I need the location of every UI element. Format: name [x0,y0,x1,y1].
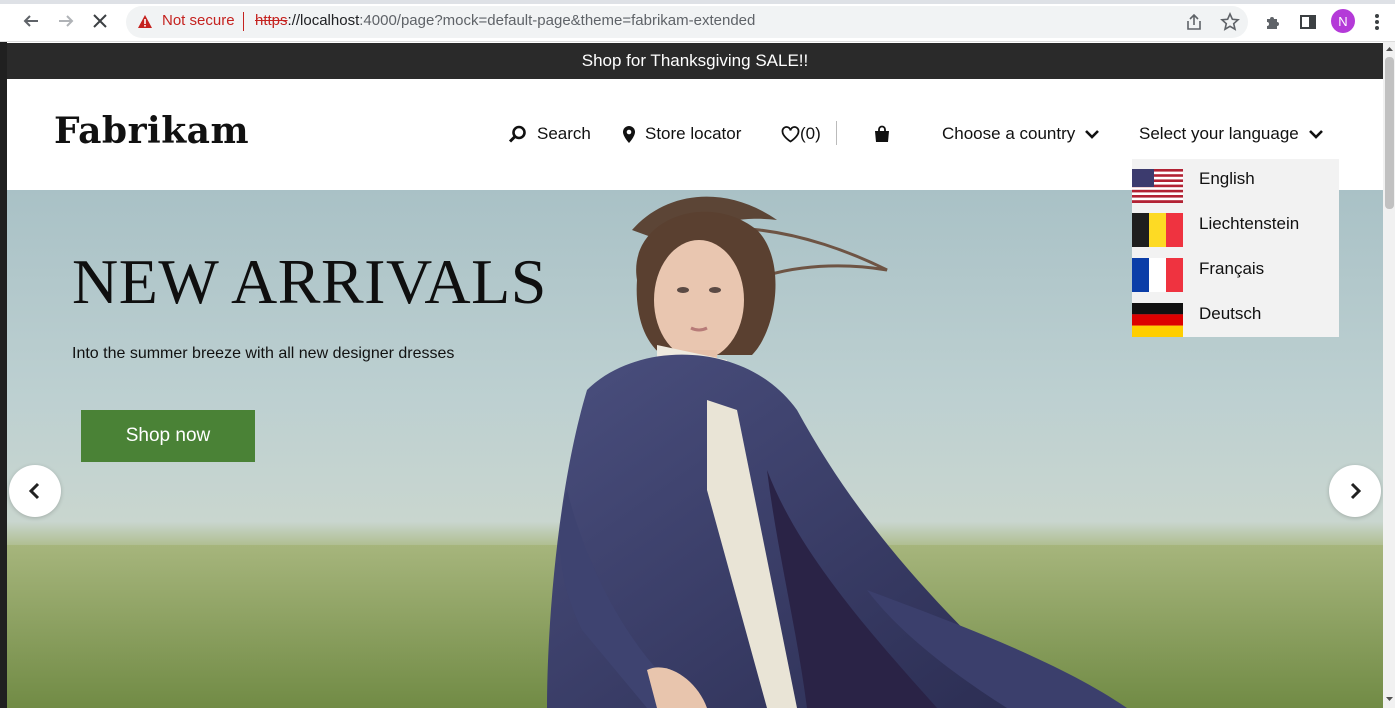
cart-button[interactable] [874,122,890,146]
arrow-left-icon [23,15,38,27]
tab-strip [0,0,1395,4]
back-button[interactable] [19,9,43,33]
bookmark-button[interactable] [1219,11,1241,33]
carousel-next-button[interactable] [1329,465,1381,517]
header-divider [836,121,837,145]
shopping-bag-icon [875,125,889,142]
forward-button[interactable] [54,9,78,33]
extensions-button[interactable] [1262,11,1284,33]
language-option-label: English [1199,169,1255,188]
scroll-down-arrow-icon[interactable] [1385,694,1394,704]
heart-icon [781,125,800,143]
chevron-down-icon [1308,130,1323,139]
close-icon [93,14,107,28]
language-option-deutsch[interactable]: Deutsch [1132,293,1339,337]
hero-title: NEW ARRIVALS [72,246,547,317]
puzzle-icon [1267,17,1279,29]
kebab-menu-icon [1375,14,1379,30]
country-selector[interactable]: Choose a country [942,122,1100,146]
promo-banner: Shop for Thanksgiving SALE!! [7,43,1383,79]
language-option-label: Liechtenstein [1199,214,1300,233]
search-link[interactable]: Search [508,122,591,146]
browser-menu-button[interactable] [1366,11,1388,33]
map-pin-icon [623,125,635,143]
language-selector-label: Select your language [1139,124,1299,143]
stop-loading-button[interactable] [88,9,112,33]
scroll-up-arrow-icon[interactable] [1385,44,1394,54]
carousel-prev-button[interactable] [9,465,61,517]
store-locator-label: Store locator [645,124,742,143]
url-scheme: https [255,12,288,29]
url-path: :4000/page?mock=default-page&theme=fabri… [359,12,756,29]
shop-now-button[interactable]: Shop now [81,410,255,462]
share-icon [1187,13,1201,30]
share-button[interactable] [1183,11,1205,33]
hero-subtitle: Into the summer breeze with all new desi… [72,345,455,362]
language-option-label: Deutsch [1199,304,1262,323]
window-edge [0,42,7,708]
language-selector[interactable]: Select your language [1139,122,1324,146]
search-label: Search [537,124,591,143]
site-logo[interactable]: Fabrikam [54,110,249,152]
url-divider [243,12,244,31]
chevron-right-icon [1350,482,1362,500]
wishlist-count: (0) [800,124,821,143]
belgium-flag-icon [1132,213,1183,247]
warning-icon [138,15,152,28]
language-option-liechtenstein[interactable]: Liechtenstein [1132,203,1339,247]
wishlist-link[interactable]: (0) [781,122,821,146]
profile-avatar[interactable]: N [1331,9,1355,33]
chevron-down-icon [1085,130,1100,139]
store-locator-link[interactable]: Store locator [622,122,741,146]
france-flag-icon [1132,258,1183,292]
url-host: ://localhost [287,12,360,29]
us-flag-icon [1132,169,1183,203]
side-panel-icon [1300,15,1316,29]
side-panel-button[interactable] [1297,11,1319,33]
url-text[interactable]: https://localhost:4000/page?mock=default… [255,12,755,29]
chevron-left-icon [28,482,40,500]
country-selector-label: Choose a country [942,124,1076,143]
promo-text: Shop for Thanksgiving SALE!! [581,51,809,70]
arrow-right-icon [59,15,74,27]
security-status[interactable]: Not secure [162,12,235,29]
search-icon [508,125,526,143]
star-icon [1220,12,1240,31]
language-option-francais[interactable]: Français [1132,248,1339,292]
germany-flag-icon [1132,303,1183,337]
language-option-english[interactable]: English [1132,159,1339,203]
language-option-label: Français [1199,259,1265,278]
scrollbar-thumb[interactable] [1385,57,1394,209]
